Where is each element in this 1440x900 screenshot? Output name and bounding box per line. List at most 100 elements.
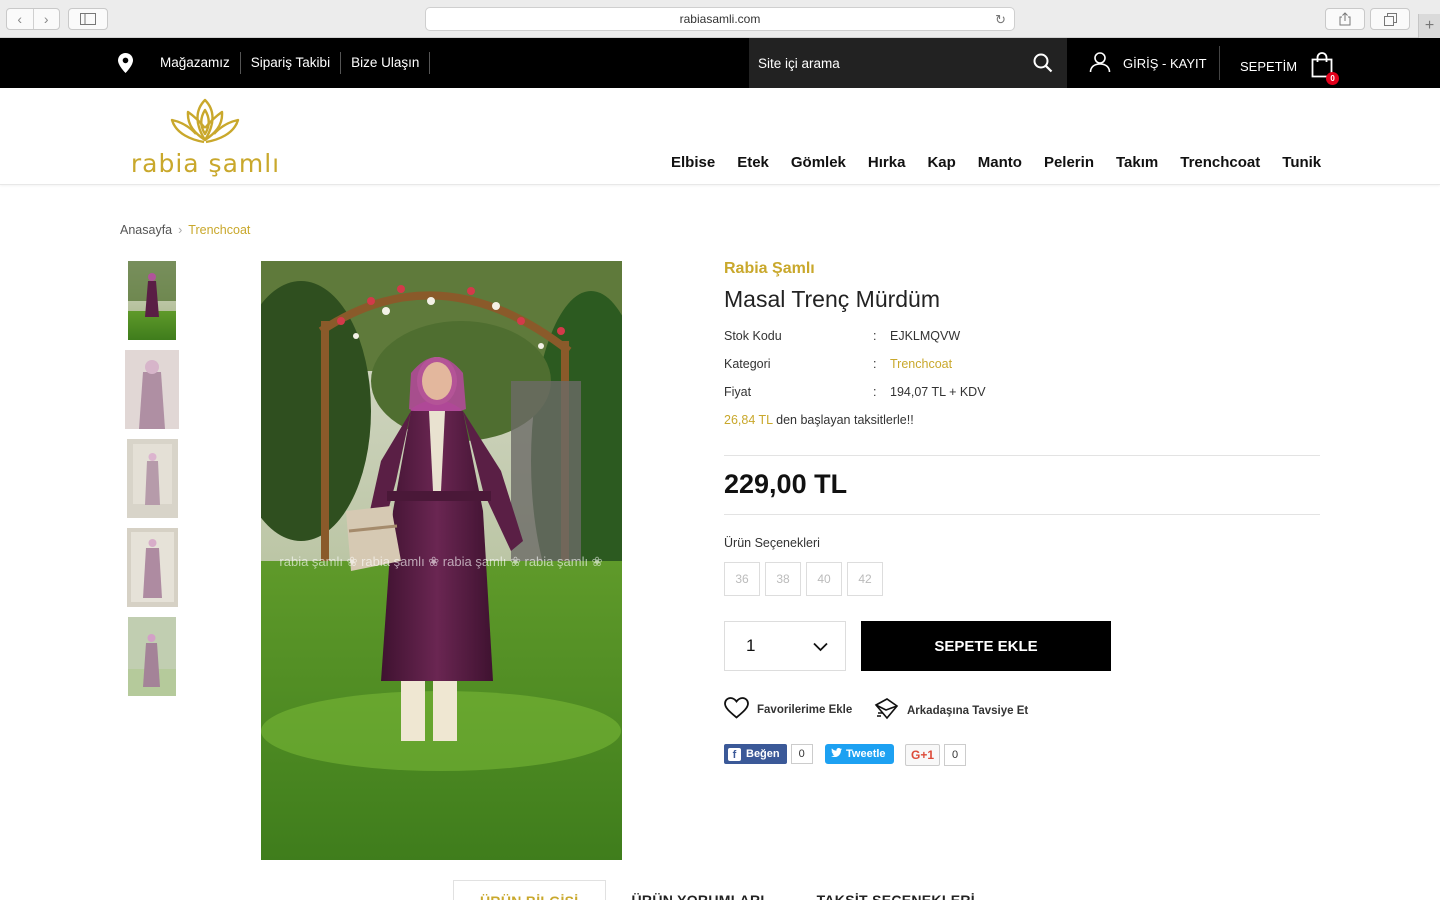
main-product-image[interactable]: rabia şamlı ❀ rabia şamlı ❀ rabia şamlı … <box>261 261 622 860</box>
facebook-like-widget: f Beğen 0 <box>724 744 813 764</box>
forward-icon[interactable]: › <box>34 9 60 29</box>
breadcrumb: Anasayfa › Trenchcoat <box>120 223 250 237</box>
thumbnail-4[interactable] <box>127 528 178 607</box>
tweet-label: Tweetle <box>846 748 886 760</box>
facebook-icon: f <box>728 747 741 761</box>
thumbnail-2[interactable] <box>125 350 179 429</box>
product-thumbnail-image <box>127 528 178 607</box>
product-photo: rabia şamlı ❀ rabia şamlı ❀ rabia şamlı … <box>261 261 622 860</box>
twitter-bird-icon <box>831 748 842 760</box>
address-bar[interactable]: rabiasamli.com ↻ <box>425 7 1015 31</box>
nav-item-kap[interactable]: Kap <box>916 154 966 171</box>
nav-item-pelerin[interactable]: Pelerin <box>1033 154 1105 171</box>
new-tab-icon[interactable]: + <box>1418 14 1440 38</box>
options-label: Ürün Seçenekleri <box>724 536 820 550</box>
installment-info: 26,84 TL den başlayan taksitlerle!! <box>724 413 914 427</box>
nav-item-tunik[interactable]: Tunik <box>1271 154 1332 171</box>
login-register-link[interactable]: GİRİŞ - KAYIT <box>1089 51 1207 76</box>
spec-colon: : <box>873 385 877 399</box>
product-thumbnail-image <box>128 617 176 696</box>
sidebar-toggle-icon[interactable] <box>68 8 108 30</box>
logo-text: rabia şamlı <box>130 149 281 178</box>
nav-item-gomlek[interactable]: Gömlek <box>780 154 857 171</box>
quantity-select[interactable]: 1 <box>724 621 846 671</box>
tabs-overview-icon[interactable] <box>1370 8 1410 30</box>
divider <box>724 455 1320 456</box>
tab-product-reviews[interactable]: ÜRÜN YORUMLARI <box>606 880 791 900</box>
facebook-like-button[interactable]: f Beğen <box>724 744 787 764</box>
size-option-38[interactable]: 38 <box>765 562 801 596</box>
shopping-bag-icon: 0 <box>1311 52 1340 85</box>
add-to-favorites-link[interactable]: Favorilerime Ekle <box>724 697 852 722</box>
breadcrumb-current[interactable]: Trenchcoat <box>188 223 250 237</box>
tab-installment-options[interactable]: TAKSİT SEÇENEKLERİ <box>791 880 1001 900</box>
heart-icon <box>724 697 749 722</box>
size-options: 36 38 40 42 <box>724 562 888 596</box>
tweet-button[interactable]: Tweetle <box>825 744 894 764</box>
product-brand[interactable]: Rabia Şamlı <box>724 260 815 278</box>
installment-amount: 26,84 TL <box>724 413 773 427</box>
chevron-right-icon: › <box>178 223 183 237</box>
top-links: Mağazamız Sipariş Takibi Bize Ulaşın <box>150 52 431 74</box>
address-bar-url: rabiasamli.com <box>679 12 761 26</box>
topbar-divider <box>1219 46 1220 80</box>
breadcrumb-home[interactable]: Anasayfa <box>120 223 172 237</box>
cart-link[interactable]: SEPETİM 0 <box>1240 52 1340 85</box>
spec-label: Fiyat <box>724 385 752 399</box>
cart-label: SEPETİM <box>1240 59 1298 74</box>
facebook-like-count: 0 <box>790 744 813 764</box>
thumbnail-3[interactable] <box>127 439 178 518</box>
cart-count-badge: 0 <box>1326 72 1340 85</box>
thumbnail-1[interactable] <box>128 261 176 340</box>
search-box <box>749 38 1067 88</box>
size-option-36[interactable]: 36 <box>724 562 760 596</box>
lotus-logo-icon <box>170 98 240 144</box>
nav-item-etek[interactable]: Etek <box>726 154 780 171</box>
nav-item-elbise[interactable]: Elbise <box>660 154 726 171</box>
top-bar: Mağazamız Sipariş Takibi Bize Ulaşın GİR… <box>0 38 1440 88</box>
search-input[interactable] <box>758 55 1018 71</box>
reload-icon[interactable]: ↻ <box>995 12 1006 28</box>
link-stores[interactable]: Mağazamız <box>150 52 241 74</box>
quantity-value: 1 <box>746 636 756 655</box>
spec-label: Kategori <box>724 357 771 371</box>
product-title: Masal Trenç Mürdüm <box>724 286 941 312</box>
google-plus-button[interactable]: G+1 <box>905 744 941 766</box>
spec-value: 194,07 TL + KDV <box>890 385 986 399</box>
search-icon[interactable] <box>1033 53 1053 78</box>
share-icon[interactable] <box>1325 8 1365 30</box>
product-thumbnail-image <box>125 350 179 429</box>
spec-colon: : <box>873 357 877 371</box>
recommend-label: Arkadaşına Tavsiye Et <box>907 704 1029 717</box>
link-contact[interactable]: Bize Ulaşın <box>341 52 431 74</box>
browser-nav-buttons: ‹ › <box>6 8 60 30</box>
logo[interactable]: rabia şamlı <box>118 96 293 178</box>
size-option-42[interactable]: 42 <box>847 562 883 596</box>
size-option-40[interactable]: 40 <box>806 562 842 596</box>
spec-label: Stok Kodu <box>724 329 782 343</box>
user-icon <box>1089 51 1111 76</box>
spec-colon: : <box>873 329 877 343</box>
nav-item-hirka[interactable]: Hırka <box>857 154 917 171</box>
spec-value-category-link[interactable]: Trenchcoat <box>890 357 952 371</box>
favorites-label: Favorilerime Ekle <box>757 703 853 716</box>
installment-text: den başlayan taksitlerle!! <box>772 413 914 427</box>
send-envelope-icon <box>874 697 899 724</box>
thumbnail-5[interactable] <box>128 617 176 696</box>
location-pin-icon[interactable] <box>118 53 133 78</box>
link-order-tracking[interactable]: Sipariş Takibi <box>241 52 342 74</box>
google-plus-widget: G+1 0 <box>905 744 967 766</box>
nav-item-manto[interactable]: Manto <box>967 154 1033 171</box>
product-tabs: ÜRÜN BİLGİSİ ÜRÜN YORUMLARI TAKSİT SEÇEN… <box>453 880 1001 900</box>
facebook-like-label: Beğen <box>746 748 780 760</box>
nav-item-takim[interactable]: Takım <box>1105 154 1169 171</box>
browser-chrome: ‹ › rabiasamli.com ↻ + <box>0 0 1440 38</box>
divider <box>724 514 1320 515</box>
add-to-cart-button[interactable]: SEPETE EKLE <box>861 621 1111 671</box>
chevron-down-icon <box>813 639 828 657</box>
recommend-to-friend-link[interactable]: Arkadaşına Tavsiye Et <box>874 697 1028 724</box>
tab-product-info[interactable]: ÜRÜN BİLGİSİ <box>453 880 606 900</box>
nav-item-trenchcoat[interactable]: Trenchcoat <box>1169 154 1271 171</box>
google-plus-count: 0 <box>944 744 967 766</box>
back-icon[interactable]: ‹ <box>7 9 34 29</box>
